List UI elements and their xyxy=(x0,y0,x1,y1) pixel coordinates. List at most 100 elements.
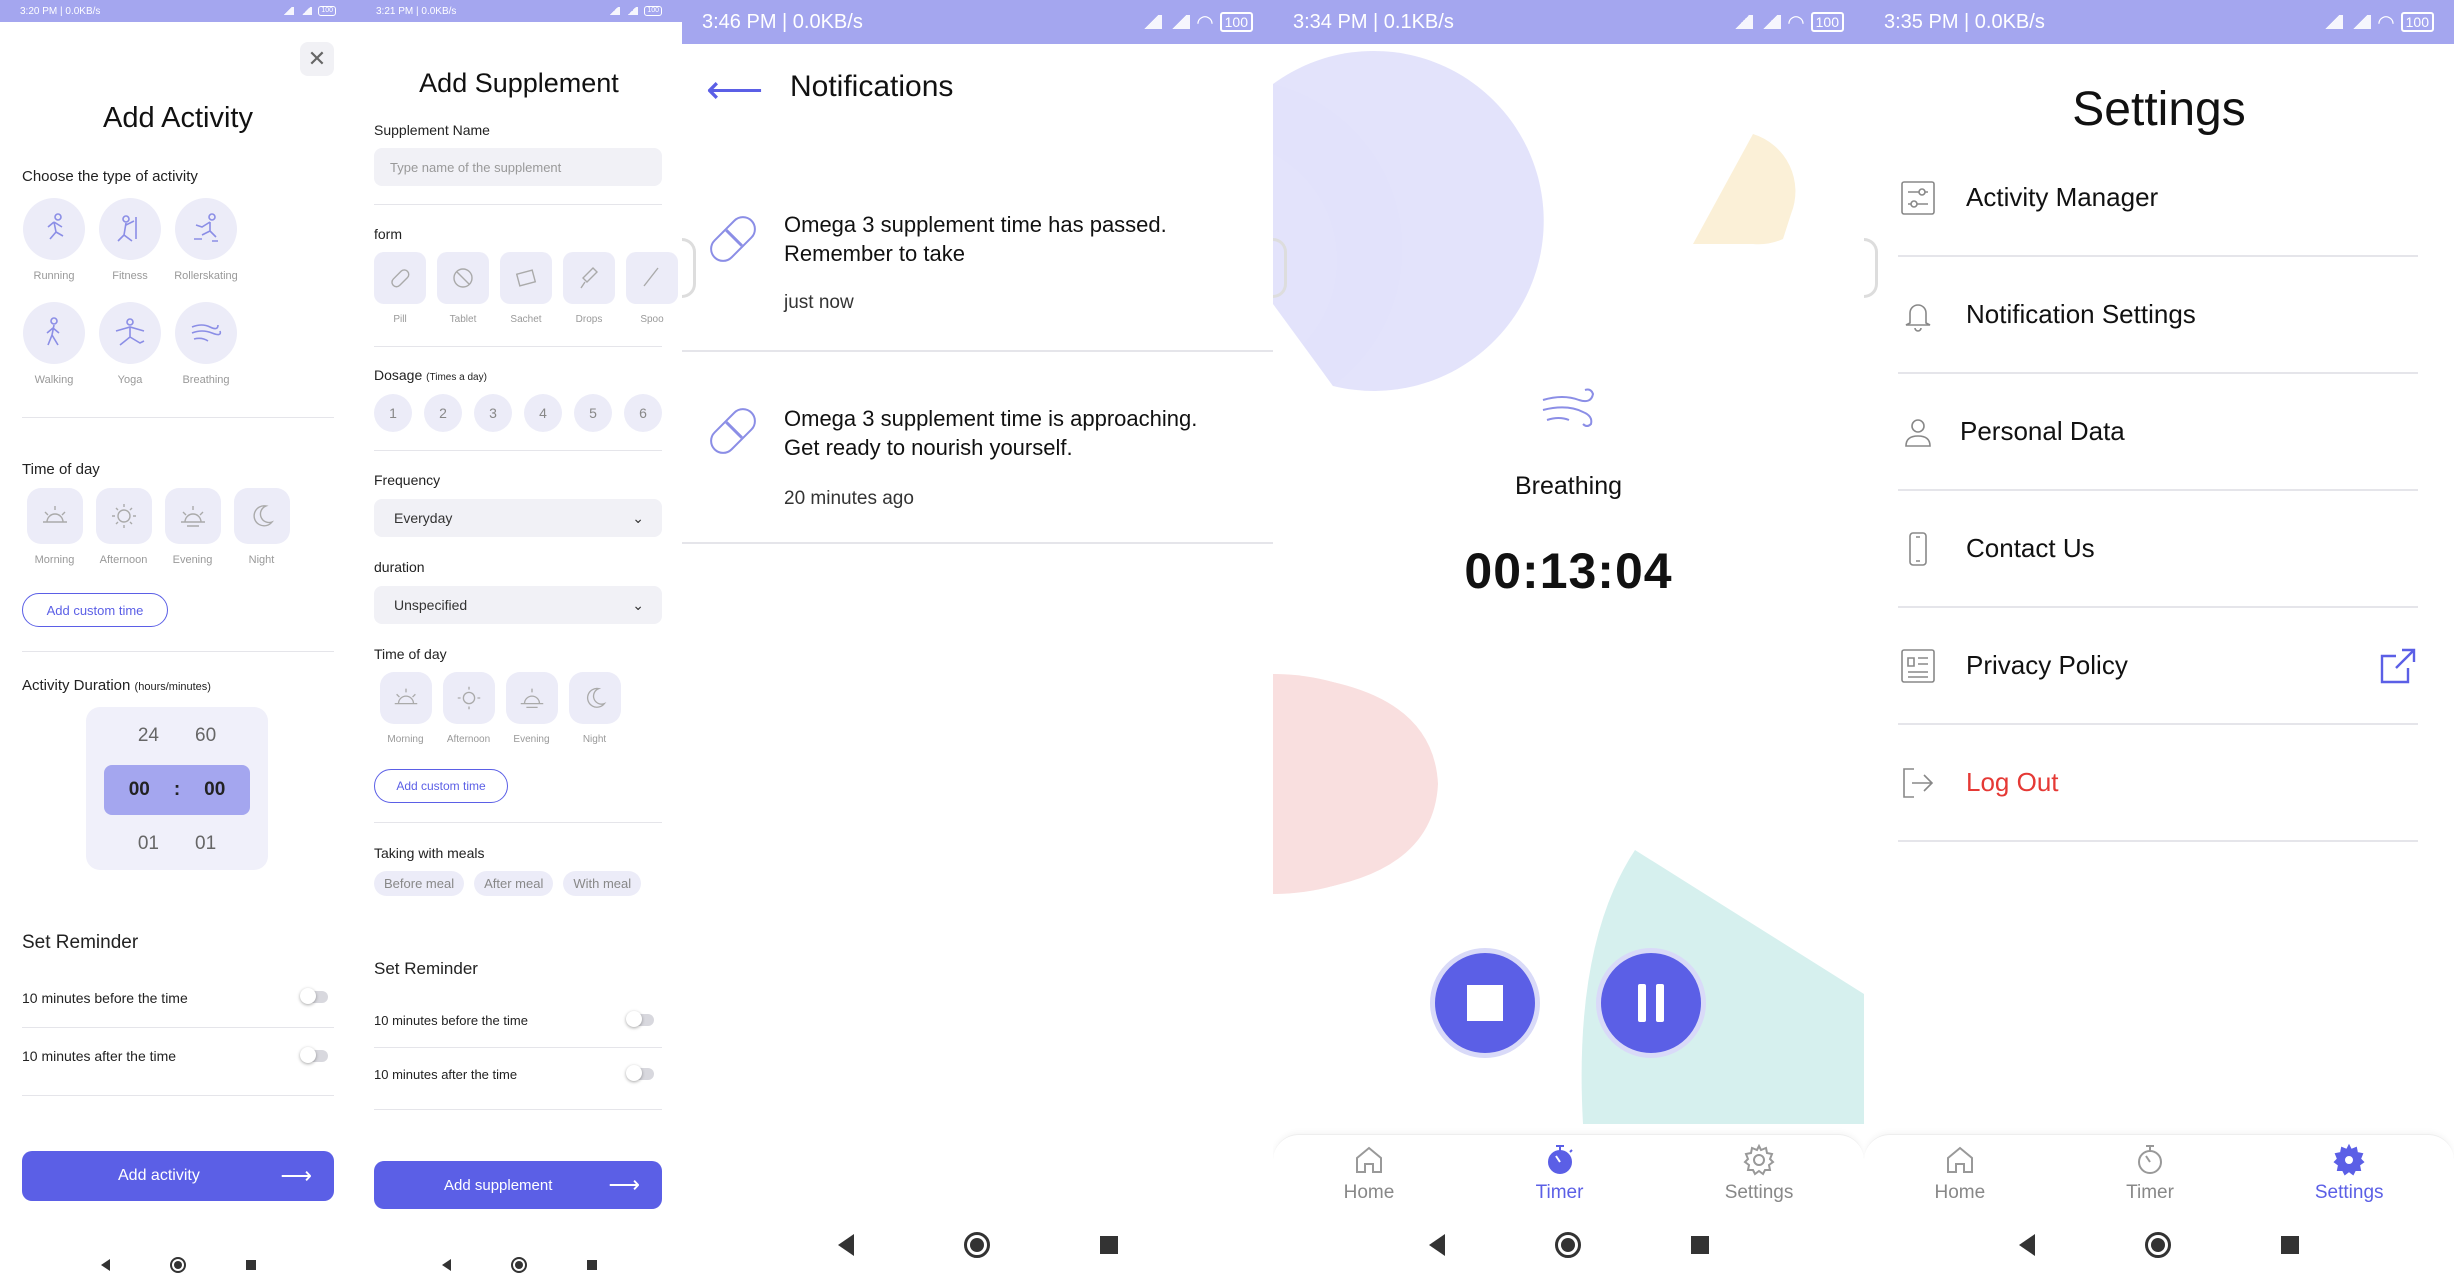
settings-item-log-out[interactable]: Log Out xyxy=(1898,725,2418,842)
reminder-after-toggle[interactable] xyxy=(300,1047,328,1063)
page-title: Settings xyxy=(2072,83,2246,136)
system-navbar xyxy=(1864,1210,2454,1280)
breathing-icon xyxy=(1273,384,1864,432)
time-option-evening[interactable]: Evening xyxy=(500,672,563,745)
activity-option-yoga[interactable]: Yoga xyxy=(92,302,168,386)
tab-home[interactable]: Home xyxy=(1934,1142,1985,1204)
back-nav-icon[interactable] xyxy=(441,1259,451,1271)
decorative-arc xyxy=(1864,238,1878,298)
tab-settings[interactable]: Settings xyxy=(2315,1142,2384,1204)
activity-option-fitness[interactable]: Fitness xyxy=(92,198,168,282)
frequency-select[interactable]: Everyday ⌄ xyxy=(374,499,662,537)
user-icon xyxy=(1905,418,1931,447)
form-option-spoon[interactable]: Spoo xyxy=(626,252,678,325)
notification-item[interactable]: Omega 3 supplement time has passed. Reme… xyxy=(682,170,1273,352)
duration-hours: 00 xyxy=(128,779,150,800)
external-link-icon[interactable] xyxy=(2378,646,2418,686)
recent-nav-icon[interactable] xyxy=(245,1260,256,1270)
time-option-night[interactable]: Night xyxy=(227,488,296,566)
tab-timer[interactable]: Timer xyxy=(1536,1142,1583,1204)
meal-option-before[interactable]: Before meal xyxy=(374,871,465,896)
divider xyxy=(374,822,662,823)
form-option-drops[interactable]: Drops xyxy=(563,252,615,325)
dosage-option[interactable]: 2 xyxy=(424,394,462,432)
tab-home[interactable]: Home xyxy=(1344,1142,1394,1204)
breathing-icon xyxy=(175,302,237,364)
recent-nav-icon[interactable] xyxy=(2281,1236,2299,1254)
back-nav-icon[interactable] xyxy=(100,1259,110,1271)
stop-button[interactable] xyxy=(1430,948,1540,1058)
form-option-pill[interactable]: Pill xyxy=(374,252,426,325)
time-option-morning[interactable]: Morning xyxy=(20,488,89,566)
pill-icon xyxy=(374,252,426,304)
back-button[interactable]: ⟵ xyxy=(706,70,763,110)
time-label: Afternoon xyxy=(446,734,491,745)
time-option-afternoon[interactable]: Afternoon xyxy=(89,488,158,566)
close-button[interactable]: ✕ xyxy=(300,42,334,76)
settings-item-activity-manager[interactable]: Activity Manager xyxy=(1898,140,2418,257)
activity-option-breathing[interactable]: Breathing xyxy=(168,302,244,386)
recent-nav-icon[interactable] xyxy=(1690,1236,1709,1254)
meal-option-with[interactable]: With meal xyxy=(563,871,642,896)
page-title: Add Activity xyxy=(103,102,253,134)
duration-hours-above: 24 xyxy=(137,725,159,746)
form-option-tablet[interactable]: Tablet xyxy=(437,252,489,325)
reminder-before-toggle[interactable] xyxy=(300,988,328,1004)
form-label: form xyxy=(374,226,402,242)
add-custom-time-button[interactable]: Add custom time xyxy=(374,769,508,803)
settings-item-notification-settings[interactable]: Notification Settings xyxy=(1898,257,2418,374)
dosage-option[interactable]: 1 xyxy=(374,394,412,432)
status-time: 3:35 PM | 0.0KB/s xyxy=(1884,10,2045,33)
settings-item-privacy-policy[interactable]: Privacy Policy xyxy=(1898,608,2418,725)
arrow-left-icon: ⟵ xyxy=(706,68,764,112)
time-option-evening[interactable]: Evening xyxy=(158,488,227,566)
home-nav-icon[interactable] xyxy=(1554,1232,1581,1258)
back-nav-icon[interactable] xyxy=(1428,1234,1445,1256)
form-label-text: Pill xyxy=(393,314,407,325)
duration-select[interactable]: Unspecified ⌄ xyxy=(374,586,662,624)
add-supplement-button[interactable]: Add supplement ⟶ xyxy=(374,1161,662,1209)
close-icon: ✕ xyxy=(307,46,327,71)
arrow-right-icon: ⟶ xyxy=(280,1163,312,1188)
notification-item[interactable]: Omega 3 supplement time is approaching. … xyxy=(682,352,1273,544)
pause-button[interactable] xyxy=(1596,948,1706,1058)
tab-timer[interactable]: Timer xyxy=(2126,1142,2174,1204)
activity-option-walking[interactable]: Walking xyxy=(16,302,92,386)
settings-item-personal-data[interactable]: Personal Data xyxy=(1898,374,2418,491)
activity-option-rollerskating[interactable]: Rollerskating xyxy=(168,198,244,282)
home-nav-icon[interactable] xyxy=(2145,1232,2171,1258)
home-nav-icon[interactable] xyxy=(510,1257,527,1273)
recent-nav-icon[interactable] xyxy=(586,1260,597,1270)
dosage-option[interactable]: 6 xyxy=(624,394,662,432)
supplement-name-input[interactable]: Type name of the supplement xyxy=(374,148,662,186)
recent-nav-icon[interactable] xyxy=(1099,1236,1118,1254)
bottom-tab-bar: Home Timer Settings xyxy=(1273,1134,1864,1210)
tab-settings[interactable]: Settings xyxy=(1725,1142,1793,1204)
back-nav-icon[interactable] xyxy=(2019,1234,2035,1256)
pause-icon xyxy=(1638,984,1664,1022)
time-option-morning[interactable]: Morning xyxy=(374,672,437,745)
sun-icon xyxy=(95,488,152,544)
time-option-night[interactable]: Night xyxy=(563,672,626,745)
status-bar: 3:21 PM | 0.0KB/s 100 xyxy=(356,0,682,22)
add-activity-button[interactable]: Add activity ⟶ xyxy=(22,1151,334,1201)
notification-message: Omega 3 supplement time has passed. Reme… xyxy=(784,212,1167,266)
settings-item-contact-us[interactable]: Contact Us xyxy=(1898,491,2418,608)
dosage-option[interactable]: 4 xyxy=(524,394,562,432)
duration-minutes: 00 xyxy=(204,779,226,800)
back-nav-icon[interactable] xyxy=(837,1234,854,1256)
dosage-option[interactable]: 5 xyxy=(574,394,612,432)
meal-option-after[interactable]: After meal xyxy=(474,871,554,896)
duration-selected[interactable]: 00: 00 xyxy=(104,765,250,815)
activity-option-running[interactable]: Running xyxy=(16,198,92,282)
time-option-afternoon[interactable]: Afternoon xyxy=(437,672,500,745)
add-custom-time-button[interactable]: Add custom time xyxy=(22,593,168,627)
dosage-option[interactable]: 3 xyxy=(474,394,512,432)
reminder-before-toggle[interactable] xyxy=(626,1011,654,1027)
form-option-sachet[interactable]: Sachet xyxy=(500,252,552,325)
reminder-after-toggle[interactable] xyxy=(626,1065,654,1081)
divider xyxy=(374,1109,662,1110)
home-nav-icon[interactable] xyxy=(963,1232,990,1258)
home-nav-icon[interactable] xyxy=(169,1257,186,1273)
duration-picker[interactable]: 24 60 00: 00 01 01 xyxy=(86,707,268,870)
